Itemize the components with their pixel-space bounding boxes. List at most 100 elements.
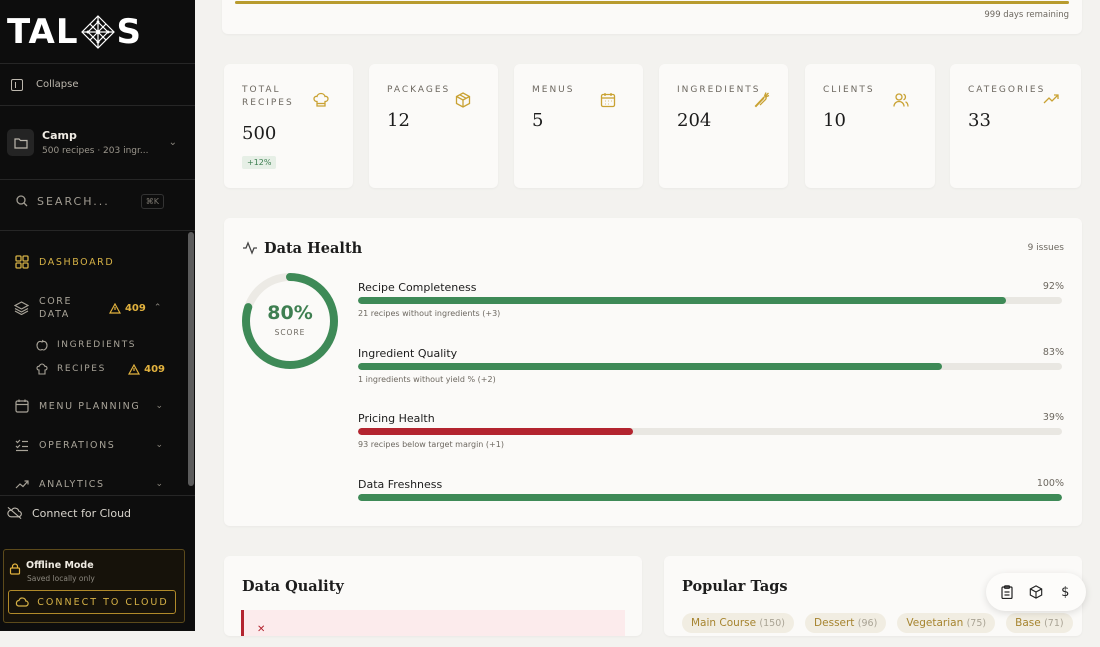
offline-mode-title: Offline Mode <box>26 560 94 571</box>
tag-name: Main Course <box>691 617 757 629</box>
tag-chip[interactable]: Base (71) <box>1006 613 1073 633</box>
lock-icon <box>9 563 21 575</box>
nav-menu-planning[interactable]: MENU PLANNING ⌄ <box>0 397 185 415</box>
chef-hat-icon <box>34 362 49 377</box>
folder-icon <box>7 129 34 156</box>
stat-value: 500 <box>242 123 277 144</box>
tag-chip[interactable]: Vegetarian (75) <box>897 613 996 633</box>
connect-for-cloud-link[interactable]: Connect for Cloud <box>0 504 185 522</box>
divider <box>0 495 195 496</box>
stat-label: MENUS <box>532 85 575 95</box>
metric-progress-track <box>358 494 1062 501</box>
tag-count: (96) <box>857 618 878 629</box>
workspace-summary: 500 recipes · 203 ingr... <box>42 146 149 156</box>
metric-progress-fill <box>358 428 633 435</box>
cloud-icon <box>16 597 30 607</box>
trial-days-remaining: 999 days remaining <box>984 10 1069 20</box>
logo[interactable]: TAL S <box>0 0 195 64</box>
nav-core-data[interactable]: CORE DATA 409 ⌃ <box>0 295 185 321</box>
stat-card-clients[interactable]: CLIENTS 10 <box>805 64 935 188</box>
stat-card-menus[interactable]: MENUS 5 <box>514 64 643 188</box>
calendar-icon <box>14 399 29 414</box>
metric-data-freshness: Data Freshness 100% <box>358 478 1064 501</box>
nav-analytics-label: ANALYTICS <box>39 478 105 490</box>
clipboard-button[interactable] <box>1000 585 1014 599</box>
health-score-ring: 80% SCORE <box>240 271 340 371</box>
popular-tags-title: Popular Tags <box>682 578 788 595</box>
nav-dashboard-label: DASHBOARD <box>39 256 115 268</box>
stat-value: 12 <box>387 110 410 131</box>
metric-detail: 93 recipes below target margin (+1) <box>358 440 504 449</box>
score-label: SCORE <box>274 328 306 337</box>
x-circle-icon: ✕ <box>257 624 266 635</box>
trial-progress-fill <box>235 1 1069 4</box>
metric-progress-fill <box>358 494 1062 501</box>
quality-alert-row[interactable]: ✕ <box>241 610 625 636</box>
nav-analytics[interactable]: ANALYTICS ⌄ <box>0 475 185 493</box>
recipes-warning-count: 409 <box>144 363 165 375</box>
nav-recipes[interactable]: RECIPES 409 <box>0 361 185 377</box>
divider <box>0 230 195 231</box>
metric-name: Data Freshness <box>358 478 443 491</box>
metric-name: Pricing Health <box>358 412 435 425</box>
workspace-name: Camp <box>42 129 77 142</box>
collapse-button[interactable]: Collapse <box>0 64 195 106</box>
search-icon <box>16 195 28 207</box>
connect-to-cloud-button[interactable]: CONNECT TO CLOUD <box>8 590 176 614</box>
stat-label: INGREDIENTS <box>677 85 761 95</box>
tag-name: Dessert <box>814 617 855 629</box>
nav-ingredients[interactable]: INGREDIENTS <box>0 337 185 353</box>
tag-chip[interactable]: Dessert (96) <box>805 613 887 633</box>
sidebar: TAL S Collapse Camp 500 recipes · 203 in… <box>0 0 195 631</box>
logo-lattice-icon <box>80 14 116 49</box>
core-data-warning-count: 409 <box>124 302 146 314</box>
metric-name: Ingredient Quality <box>358 347 458 360</box>
metric-percent: 100% <box>1036 478 1064 489</box>
tag-count: (75) <box>966 618 987 629</box>
stat-card-total-recipes[interactable]: TOTAL RECIPES 500 +12% <box>224 64 353 188</box>
data-quality-card: Data Quality ✕ <box>224 556 642 636</box>
pricing-button[interactable]: $ <box>1058 585 1072 600</box>
nav-dashboard[interactable]: DASHBOARD <box>0 252 185 272</box>
clipboard-icon <box>1001 585 1013 599</box>
collapse-label: Collapse <box>36 79 79 90</box>
workspace-switcher[interactable]: Camp 500 recipes · 203 ingr... ⌄ <box>0 106 195 180</box>
recipes-warning: 409 <box>128 363 165 375</box>
warning-icon <box>108 302 121 314</box>
nav-operations[interactable]: OPERATIONS ⌄ <box>0 436 185 454</box>
tag-chip[interactable]: Main Course (150) <box>682 613 794 633</box>
users-icon <box>893 93 909 107</box>
package-button[interactable] <box>1029 585 1043 599</box>
tag-count: (150) <box>759 618 785 629</box>
metric-progress-track <box>358 297 1062 304</box>
growth-badge: +12% <box>242 156 277 169</box>
cloud-off-icon <box>7 506 22 521</box>
search-shortcut: ⌘K <box>140 193 164 209</box>
search-input[interactable]: SEARCH... ⌘K <box>0 180 178 222</box>
tag-name: Vegetarian <box>906 617 964 629</box>
stat-card-categories[interactable]: CATEGORIES 33 <box>950 64 1081 188</box>
metric-pricing-health: Pricing Health 39% 93 recipes below targ… <box>358 412 1064 449</box>
stat-value: 33 <box>968 110 991 131</box>
chevron-down-icon: ⌄ <box>168 137 177 148</box>
package-icon <box>455 92 471 108</box>
floating-action-bar: $ <box>986 573 1086 611</box>
apple-icon <box>34 338 49 353</box>
nav-menu-planning-label: MENU PLANNING <box>39 400 141 412</box>
sidebar-scrollbar[interactable] <box>188 232 194 486</box>
stat-card-packages[interactable]: PACKAGES 12 <box>369 64 498 188</box>
checklist-icon <box>14 438 29 453</box>
metric-progress-fill <box>358 363 943 370</box>
metric-progress-track <box>358 363 1062 370</box>
nav-operations-label: OPERATIONS <box>39 439 116 451</box>
sidebar-collapse-icon <box>11 78 23 91</box>
stat-card-ingredients[interactable]: INGREDIENTS 204 <box>659 64 788 188</box>
layers-icon <box>14 301 29 316</box>
calendar-icon <box>600 93 616 108</box>
nav-recipes-label: RECIPES <box>57 364 106 374</box>
metric-progress-fill <box>358 297 1006 304</box>
trial-status-card: 999 days remaining <box>222 0 1082 34</box>
tag-list: Main Course (150) Dessert (96) Vegetaria… <box>682 611 1079 633</box>
offline-mode-subtitle: Saved locally only <box>27 574 95 583</box>
chevron-down-icon: ⌄ <box>155 479 163 489</box>
